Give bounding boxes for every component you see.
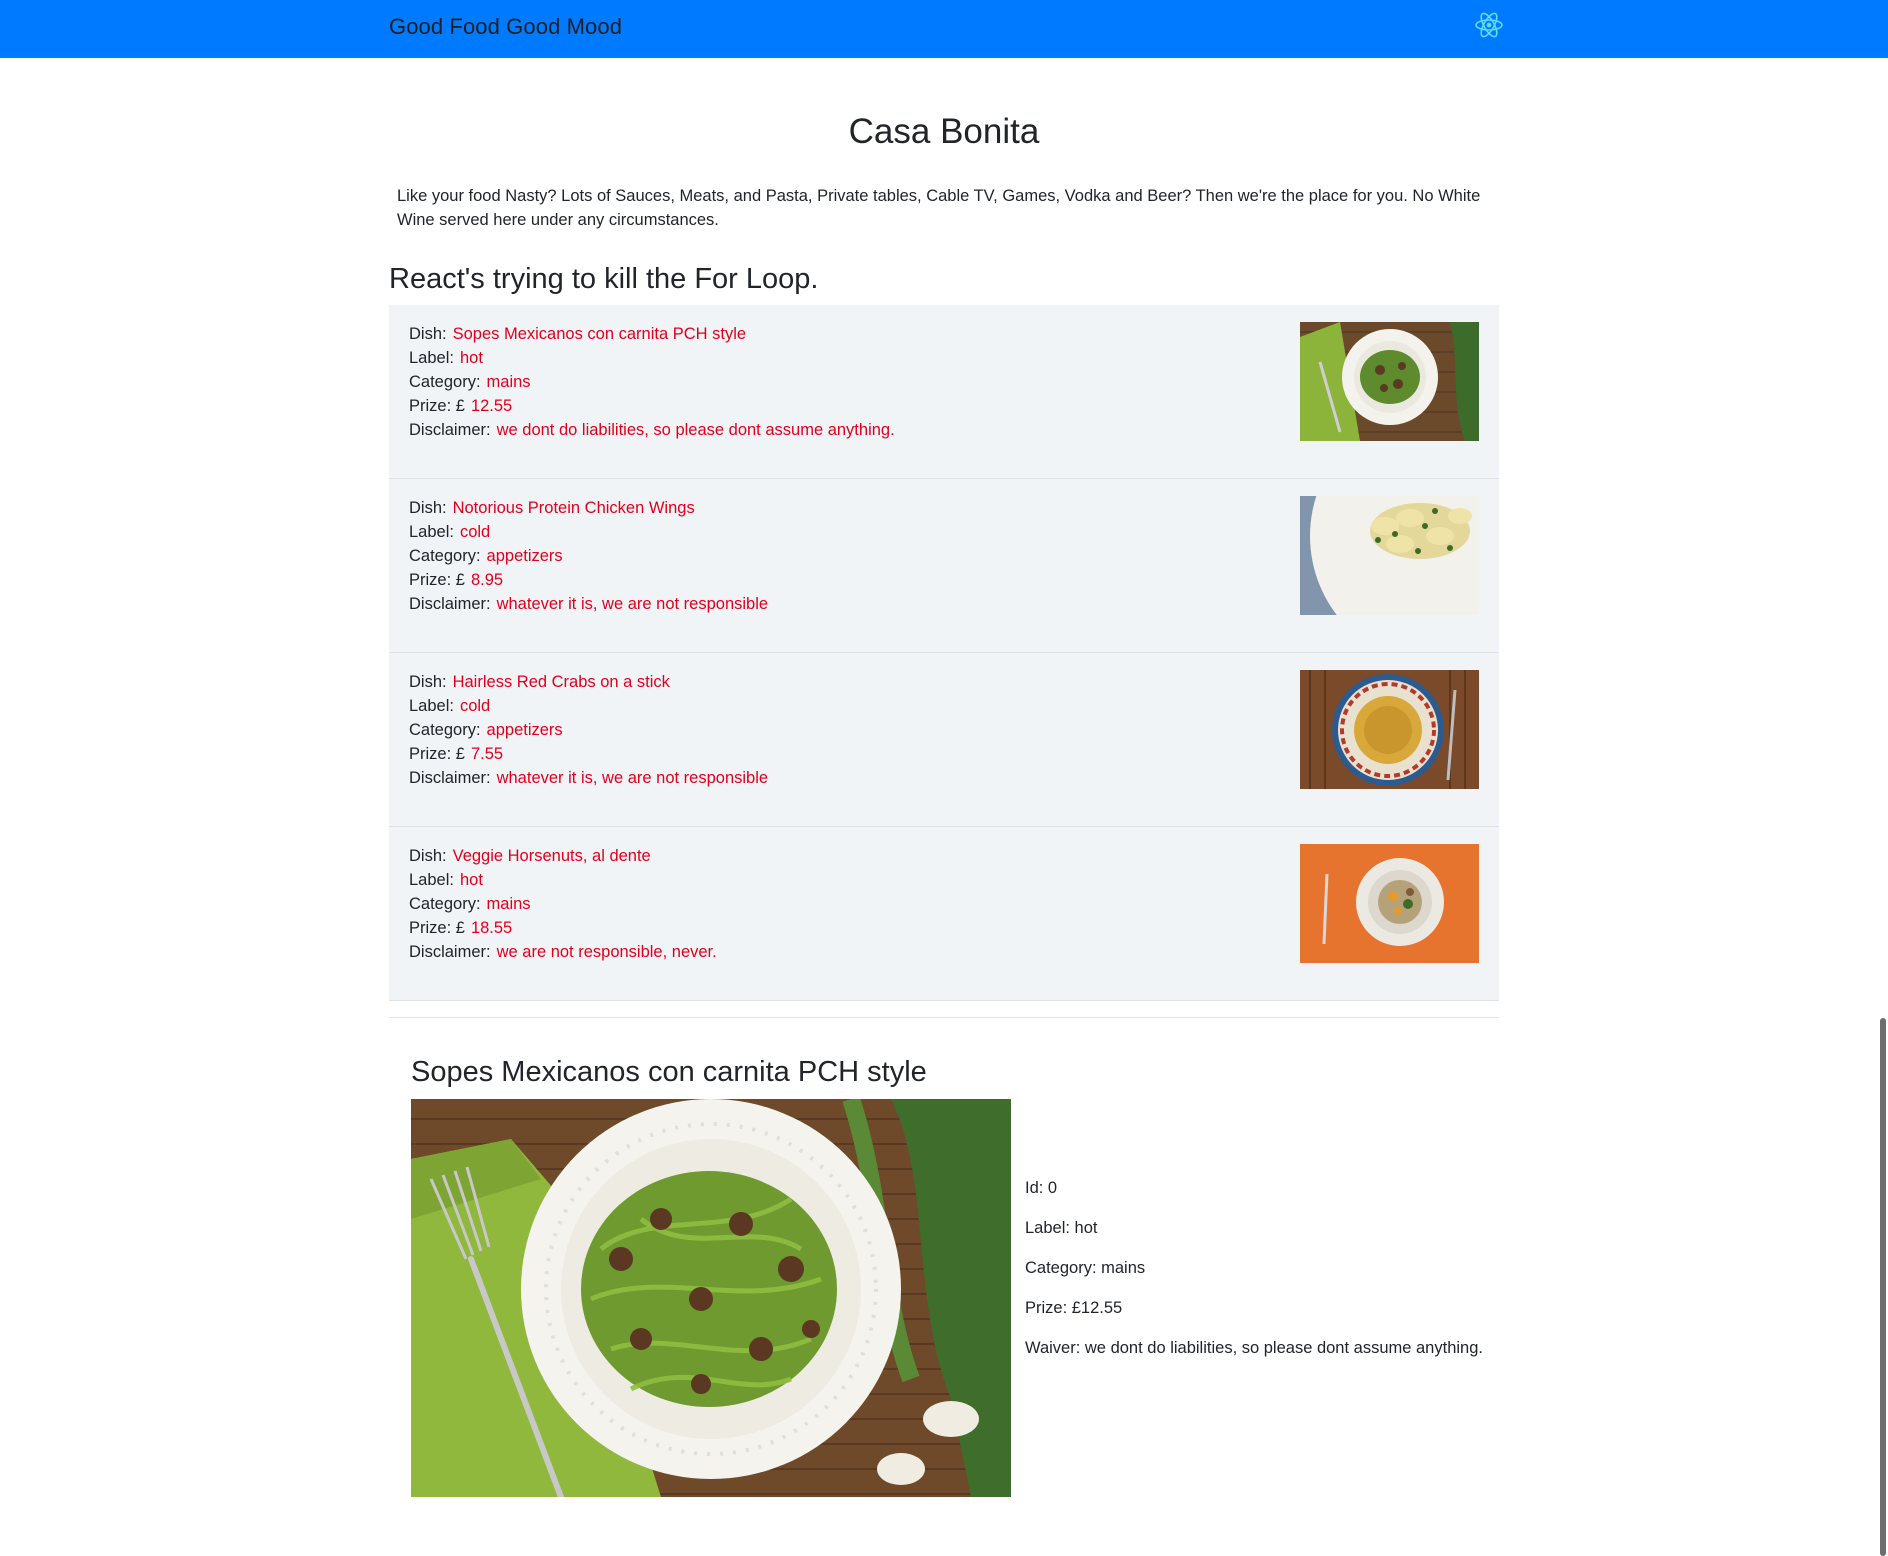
detail-id: Id: 0: [1025, 1179, 1058, 1197]
page-scrollbar[interactable]: [1876, 0, 1888, 1556]
dish-value: Sopes Mexicanos con carnita PCH style: [452, 325, 747, 343]
label-value: hot: [459, 871, 483, 889]
disclaimer-value: whatever it is, we are not responsible: [496, 595, 769, 613]
menu-item[interactable]: Dish: Notorious Protein Chicken Wings Lab…: [389, 479, 1499, 653]
menu-item[interactable]: Dish: Veggie Horsenuts, al dente Label: ho…: [389, 827, 1499, 1001]
prize-value: 7.55: [470, 745, 504, 763]
dish-key: Dish:: [409, 847, 447, 865]
detail-label: Label: hot: [1025, 1219, 1098, 1237]
label-value: cold: [459, 523, 491, 541]
disclaimer-key: Disclaimer:: [409, 943, 491, 961]
prize-key: Prize: £: [409, 397, 465, 415]
prize-value: 18.55: [470, 919, 513, 937]
detail-waiver: Waiver: we dont do liabilities, so pleas…: [1025, 1339, 1483, 1357]
label-value: hot: [459, 349, 483, 367]
label-key: Label:: [409, 523, 454, 541]
label-key: Label:: [409, 349, 454, 367]
category-key: Category:: [409, 547, 481, 565]
category-value: mains: [486, 895, 531, 913]
disclaimer-value: we dont do liabilities, so please dont a…: [496, 421, 895, 439]
detail-title: Sopes Mexicanos con carnita PCH style: [411, 1056, 927, 1088]
menu-item-details: Dish: Veggie Horsenuts, al dente Label: ho…: [409, 844, 717, 964]
dish-value: Veggie Horsenuts, al dente: [452, 847, 651, 865]
restaurant-description: Like your food Nasty? Lots of Sauces, Me…: [397, 187, 1481, 229]
label-key: Label:: [409, 871, 454, 889]
disclaimer-key: Disclaimer:: [409, 421, 491, 439]
menu-item[interactable]: Dish: Hairless Red Crabs on a stick Label…: [389, 653, 1499, 827]
veggie-bowl-on-orange-photo[interactable]: [1300, 844, 1479, 963]
green-noodles-with-mushrooms-photo: [411, 1099, 1011, 1497]
category-key: Category:: [409, 895, 481, 913]
prize-key: Prize: £: [409, 919, 465, 937]
disclaimer-key: Disclaimer:: [409, 595, 491, 613]
menu-item-details: Dish: Sopes Mexicanos con carnita PCH sty…: [409, 322, 895, 442]
page-title: Casa Bonita: [848, 112, 1040, 151]
dish-key: Dish:: [409, 499, 447, 517]
menu-list: Dish: Sopes Mexicanos con carnita PCH sty…: [389, 305, 1499, 1001]
menu-item-details: Dish: Notorious Protein Chicken Wings Lab…: [409, 496, 768, 616]
scrollbar-thumb[interactable]: [1880, 1018, 1886, 1556]
prize-key: Prize: £: [409, 571, 465, 589]
detail-info: Id: 0 Label: hot Category: mains Prize: …: [1025, 1178, 1483, 1378]
tortellini-with-herbs-photo[interactable]: [1300, 496, 1479, 615]
prize-key: Prize: £: [409, 745, 465, 763]
section-heading: React's trying to kill the For Loop.: [389, 263, 819, 295]
detail-prize: Prize: £12.55: [1025, 1299, 1123, 1317]
react-atom-icon[interactable]: [1474, 10, 1504, 40]
label-key: Label:: [409, 697, 454, 715]
navbar: Good Food Good Mood: [0, 0, 1888, 58]
prize-value: 12.55: [470, 397, 513, 415]
detail-category: Category: mains: [1025, 1259, 1146, 1277]
category-key: Category:: [409, 721, 481, 739]
menu-item[interactable]: Dish: Sopes Mexicanos con carnita PCH sty…: [389, 305, 1499, 479]
section-divider: [389, 1017, 1499, 1018]
menu-item-details: Dish: Hairless Red Crabs on a stick Label…: [409, 670, 768, 790]
spaghetti-on-patterned-plate-photo[interactable]: [1300, 670, 1479, 789]
dish-value: Hairless Red Crabs on a stick: [452, 673, 670, 691]
green-noodles-with-mushrooms-photo[interactable]: [1300, 322, 1479, 441]
disclaimer-key: Disclaimer:: [409, 769, 491, 787]
category-key: Category:: [409, 373, 481, 391]
category-value: mains: [486, 373, 531, 391]
prize-value: 8.95: [470, 571, 504, 589]
dish-value: Notorious Protein Chicken Wings: [452, 499, 695, 517]
disclaimer-value: whatever it is, we are not responsible: [496, 769, 769, 787]
category-value: appetizers: [486, 547, 563, 565]
navbar-brand[interactable]: Good Food Good Mood: [389, 14, 622, 40]
label-value: cold: [459, 697, 491, 715]
dish-key: Dish:: [409, 325, 447, 343]
disclaimer-value: we are not responsible, never.: [496, 943, 717, 961]
category-value: appetizers: [486, 721, 563, 739]
dish-key: Dish:: [409, 673, 447, 691]
